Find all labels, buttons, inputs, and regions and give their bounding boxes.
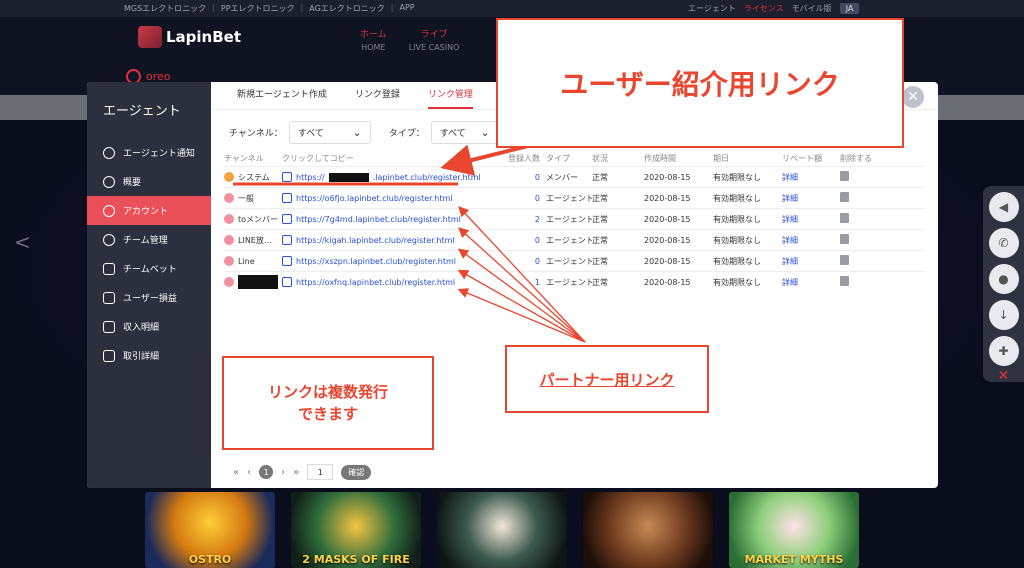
annotation-user-link: ユーザー紹介用リンク [496,18,904,148]
arrow-partner-2 [458,227,586,343]
arrow-partner-4 [457,269,586,343]
arrow-partner-5 [457,288,586,343]
annotation-partner-link: パートナー用リンク [505,345,709,413]
arrow-partner-1 [458,206,586,343]
annotation-multiple-links: リンクは複数発行 できます [222,356,434,450]
arrow-partner-3 [457,248,586,343]
